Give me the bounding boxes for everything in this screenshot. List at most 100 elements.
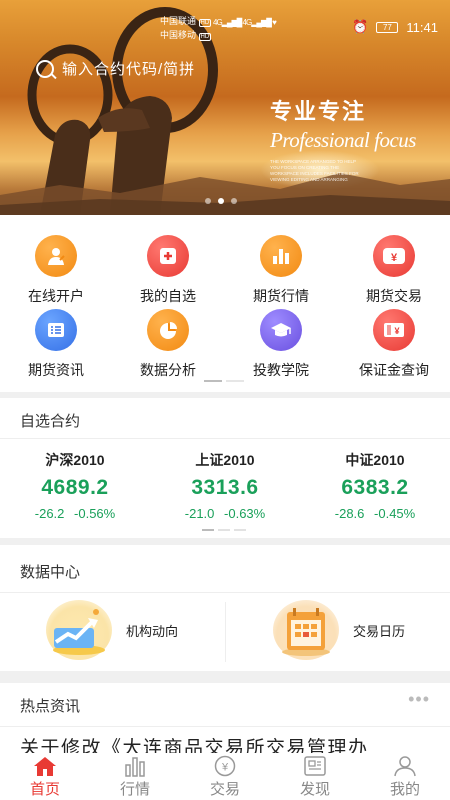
menu-label: 我的自选 [140, 288, 196, 304]
menu-label: 期货交易 [366, 288, 422, 304]
hd-badge: HD [198, 19, 212, 27]
hot-news-title: 热点资讯 [20, 698, 81, 715]
menu-futures-quotes[interactable]: 期货行情 [225, 235, 337, 306]
banner-pager [205, 198, 237, 204]
quote-change: -26.2 [34, 506, 65, 521]
divider [0, 438, 450, 439]
menu-label: 期货资讯 [28, 362, 84, 378]
hot-news-section: 热点资讯 ••• 关于修改《大连商品交易所交易管理办 [0, 683, 450, 759]
quote-price: 4689.2 [41, 476, 109, 499]
search-icon [36, 59, 54, 78]
home-icon [32, 754, 58, 778]
trend-up-icon [46, 600, 112, 660]
data-center-title: 数据中心 [20, 564, 81, 581]
favorites-plus-icon [147, 235, 189, 277]
more-icon[interactable]: ••• [408, 689, 430, 710]
search-bar[interactable]: 输入合约代码/简拼 [36, 58, 195, 79]
watchlist-title: 自选合约 [20, 413, 81, 430]
search-placeholder[interactable]: 输入合约代码/简拼 [62, 58, 195, 79]
quote-change-row: -21.0 -0.63% [150, 506, 300, 521]
slogan-en: Professional focus [270, 128, 416, 152]
quote-change-row: -28.6 -0.45% [300, 506, 450, 521]
menu-futures-news[interactable]: 期货资讯 [0, 309, 112, 380]
quote-card[interactable]: 上证2010 3313.6 -21.0 -0.63% [150, 450, 300, 521]
status-right: ⏰ 77 11:41 [352, 19, 438, 35]
slogan-cn: 专业专注 [270, 99, 367, 124]
tab-label: 发现 [299, 781, 330, 798]
dc-trading-calendar[interactable]: 交易日历 [273, 600, 405, 660]
divider [0, 726, 450, 727]
carrier-1: 中国联通 [160, 16, 197, 26]
watchlist-section: 自选合约 沪深2010 4689.2 -26.2 -0.56% 上证2010 3… [0, 398, 450, 538]
pager-dot[interactable] [231, 198, 237, 204]
dc-institution-trends[interactable]: 机构动向 [46, 600, 178, 660]
tab-home[interactable]: 首页 [0, 753, 90, 800]
battery-icon: 77 [376, 21, 399, 33]
menu-label: 投教学院 [253, 362, 309, 378]
menu-my-favorites[interactable]: 我的自选 [112, 235, 224, 306]
quote-price: 6383.2 [341, 476, 409, 499]
dc-label: 交易日历 [353, 623, 406, 639]
signal-icons: 4G▂▄▆█ 4G▂▄▆█ ♥ [213, 18, 277, 27]
tab-label: 首页 [29, 781, 60, 798]
wifi-icon: ♥ [272, 18, 277, 27]
grid-pager [204, 380, 244, 382]
svg-text:¥: ¥ [394, 326, 399, 336]
quote-change-row: -26.2 -0.56% [0, 506, 150, 521]
menu-label: 数据分析 [140, 362, 196, 378]
quote-change-pct: -0.56% [74, 506, 116, 521]
bottom-tab-bar: 首页 行情 ¥ 交易 发现 我的 [0, 753, 450, 800]
quote-price: 3313.6 [191, 476, 259, 499]
svg-text:¥: ¥ [391, 252, 398, 264]
yen-circle-icon: ¥ [212, 754, 238, 778]
pager-active [202, 529, 214, 531]
quote-change: -21.0 [184, 506, 215, 521]
tab-mine[interactable]: 我的 [360, 753, 450, 800]
tab-label: 交易 [209, 781, 240, 798]
menu-futures-trading[interactable]: ¥ 期货交易 [338, 235, 450, 306]
promo-banner[interactable]: 中国联通 HD 中国移动 HD 4G▂▄▆█ 4G▂▄▆█ ♥ ⏰ 77 11:… [0, 0, 450, 215]
graduation-cap-icon [260, 309, 302, 351]
menu-label: 期货行情 [253, 288, 309, 304]
pager-inactive [218, 529, 230, 531]
yen-ticket-icon: ¥ [373, 309, 415, 351]
quote-change-pct: -0.45% [374, 506, 416, 521]
quote-card[interactable]: 中证2010 6383.2 -28.6 -0.45% [300, 450, 450, 521]
svg-text:¥: ¥ [221, 762, 229, 774]
menu-label: 保证金查询 [359, 362, 429, 378]
yen-trade-icon: ¥ [373, 235, 415, 277]
network-type-1: 4G [213, 18, 223, 27]
bar-chart-icon [260, 235, 302, 277]
market-bars-icon [122, 754, 148, 778]
slogan-fine-print: THE WORKSPACE ARRANGED TO HELP YOU FOCUS… [270, 159, 359, 182]
data-center-section: 数据中心 机构动向 交易日历 [0, 545, 450, 671]
menu-online-account[interactable]: 在线开户 [0, 235, 112, 306]
tab-discover[interactable]: 发现 [270, 753, 360, 800]
quick-menu-grid: 在线开户 我的自选 期货行情 ¥ 期货交易 期货资讯 数据分析 投教学院 ¥ 保… [0, 215, 450, 392]
quote-name: 中证2010 [345, 452, 405, 468]
status-bar: 中国联通 HD 中国移动 HD 4G▂▄▆█ 4G▂▄▆█ ♥ ⏰ 77 11:… [0, 0, 450, 50]
pager-dot[interactable] [205, 198, 211, 204]
hd-badge: HD [198, 33, 212, 41]
dc-label: 机构动向 [126, 623, 179, 639]
grid-pager-active [204, 380, 222, 382]
pager-inactive [234, 529, 246, 531]
menu-label: 在线开户 [28, 288, 84, 304]
quote-name: 沪深2010 [45, 452, 105, 468]
carrier-2: 中国移动 [160, 30, 197, 40]
menu-investor-academy[interactable]: 投教学院 [225, 309, 337, 380]
quote-change: -28.6 [334, 506, 365, 521]
pager-dot-active[interactable] [218, 198, 224, 204]
menu-data-analysis[interactable]: 数据分析 [112, 309, 224, 380]
tab-market[interactable]: 行情 [90, 753, 180, 800]
pie-chart-icon [147, 309, 189, 351]
network-type-2: 4G [242, 18, 253, 27]
alarm-icon: ⏰ [352, 19, 369, 34]
quote-card[interactable]: 沪深2010 4689.2 -26.2 -0.56% [0, 450, 150, 521]
calendar-icon [273, 600, 339, 660]
tab-trade[interactable]: ¥ 交易 [180, 753, 270, 800]
quote-name: 上证2010 [195, 452, 255, 468]
tab-label: 行情 [119, 781, 150, 798]
menu-margin-query[interactable]: ¥ 保证金查询 [338, 309, 450, 380]
open-account-icon [35, 235, 77, 277]
